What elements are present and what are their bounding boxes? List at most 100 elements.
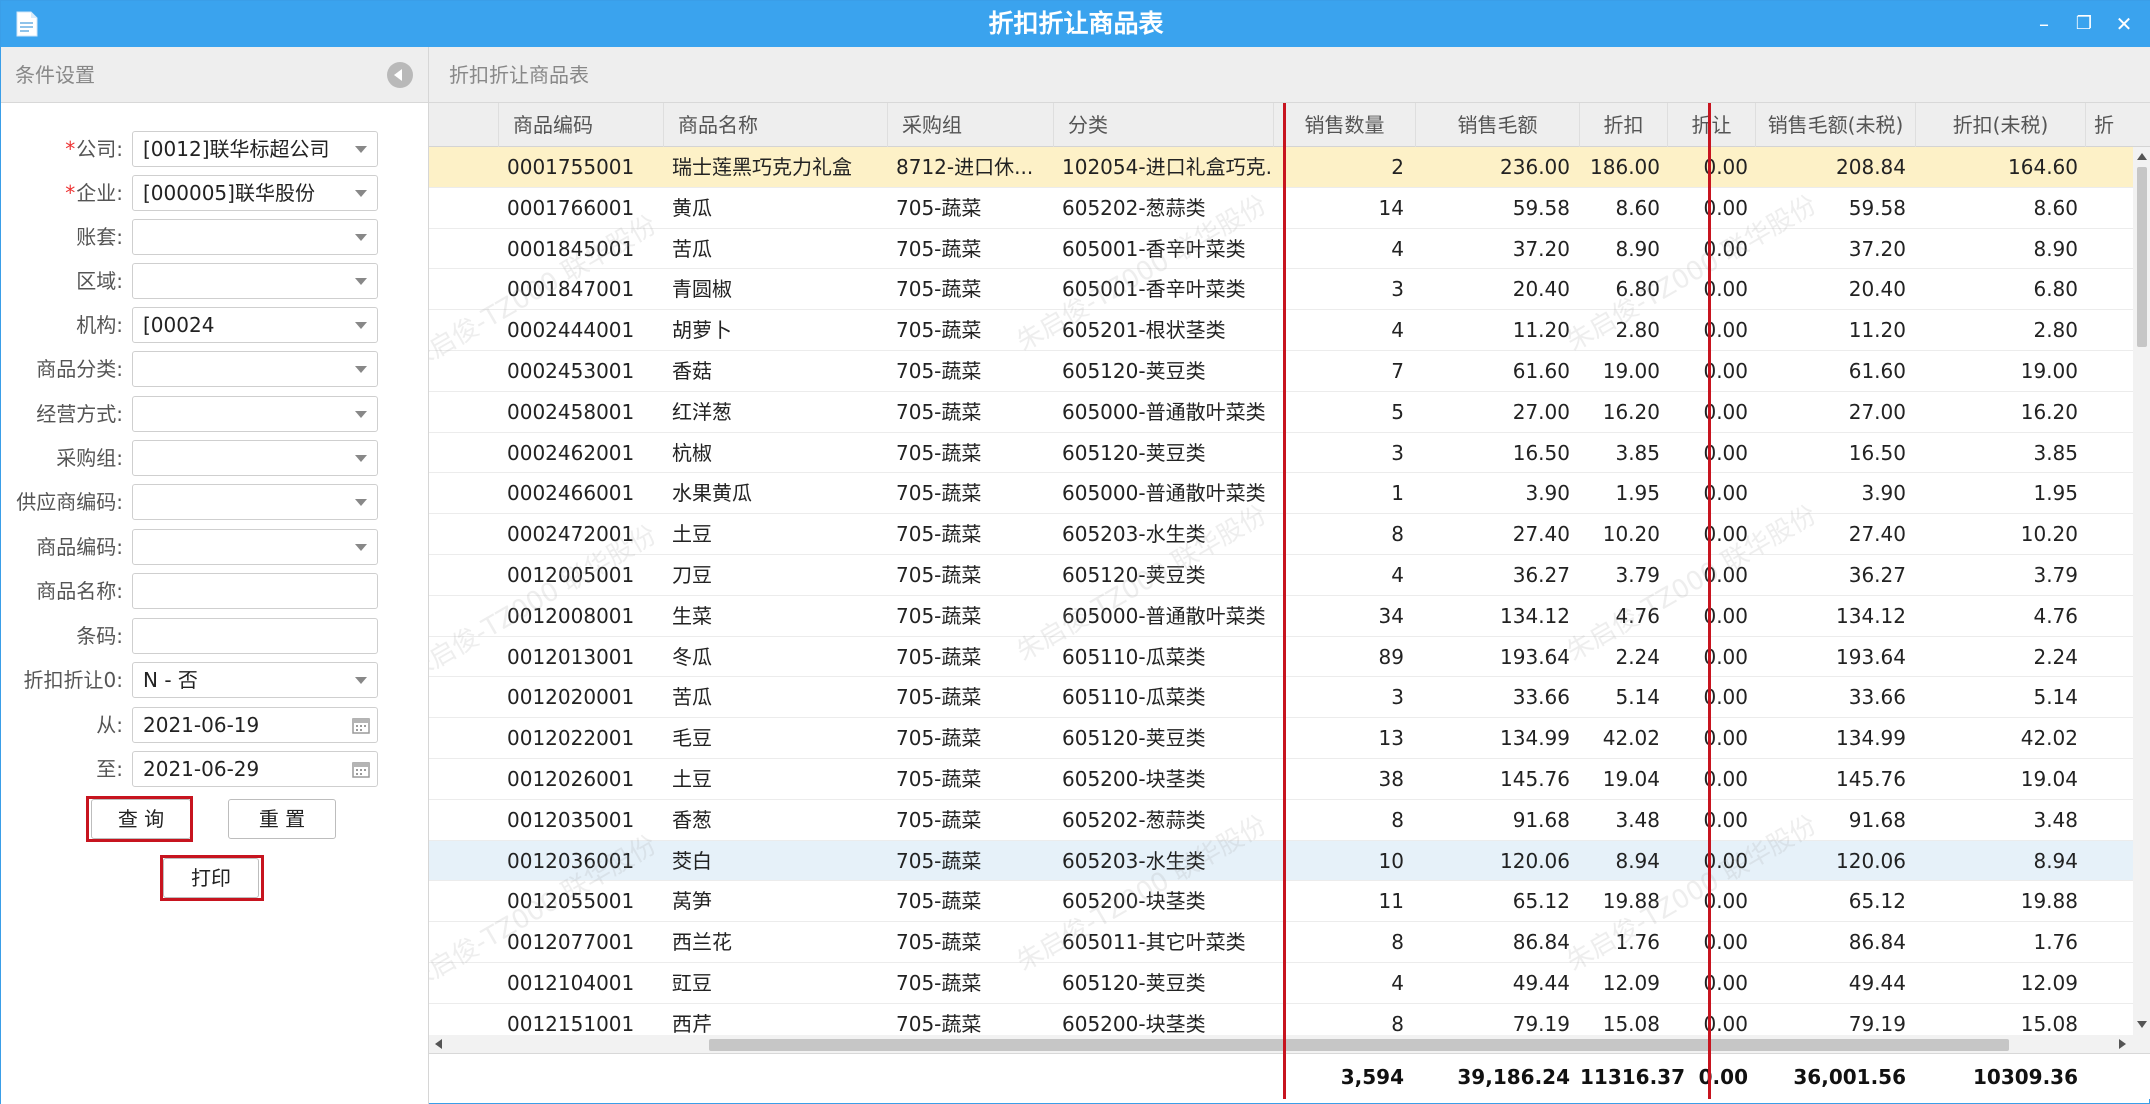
date-to-input[interactable]: 2021-06-29 — [132, 751, 378, 787]
horizontal-scroll-thumb[interactable] — [709, 1039, 2009, 1051]
cell-product-name: 红洋葱 — [672, 399, 732, 424]
cell-product-code: 0012020001 — [507, 685, 635, 710]
header-gross-sales[interactable]: 销售毛额 — [1416, 103, 1580, 147]
table-row[interactable]: 0012022001 毛豆 705-蔬菜 605120-荚豆类 13 134.99 42.0… — [429, 718, 2141, 759]
business-mode-select[interactable] — [132, 396, 378, 432]
cell-product-code: 0012036001 — [507, 848, 635, 873]
date-from-input[interactable]: 2021-06-19 — [132, 707, 378, 743]
header-truncated[interactable]: 折 — [2086, 103, 2150, 147]
cell-gross-sales-net: 37.20 — [1848, 236, 1906, 261]
cell-purchase-group: 705-蔬菜 — [896, 236, 982, 261]
account-set-select[interactable] — [132, 219, 378, 255]
header-allowance[interactable]: 折让 — [1668, 103, 1756, 147]
header-discount-net[interactable]: 折扣(未税) — [1916, 103, 2086, 147]
cell-gross-sales: 36.27 — [1512, 563, 1570, 587]
minimize-button[interactable]: – — [2029, 9, 2059, 39]
cell-category: 605200-块茎类 — [1062, 889, 1206, 914]
cell-product-name: 香菇 — [672, 359, 712, 383]
cell-discount-net: 3.48 — [2033, 807, 2078, 832]
header-indicator — [429, 103, 499, 147]
cell-sales-qty: 8 — [1391, 522, 1404, 547]
enterprise-select[interactable]: [000005]联华股份 — [132, 175, 378, 211]
collapse-panel-icon[interactable] — [387, 62, 413, 88]
vertical-scrollbar[interactable] — [2133, 147, 2150, 1035]
table-row[interactable]: 0012008001 生菜 705-蔬菜 605000-普通散叶菜类 34 134.12 4… — [429, 596, 2141, 637]
table-row[interactable]: 0001755001 瑞士莲黑巧克力礼盒 8712-进口休... 102054-进口礼… — [429, 147, 2141, 188]
scroll-left-icon[interactable] — [435, 1039, 442, 1049]
restore-button[interactable]: ❐ — [2069, 9, 2099, 39]
table-row[interactable]: 0002472001 土豆 705-蔬菜 605203-水生类 8 27.40 10.20 0… — [429, 514, 2141, 555]
cell-discount-net: 2.24 — [2033, 644, 2078, 669]
cell-product-code: 0002444001 — [507, 318, 635, 343]
header-product-name[interactable]: 商品名称 — [664, 103, 888, 147]
table-row[interactable]: 0002462001 杭椒 705-蔬菜 605120-荚豆类 3 16.50 3.85 0.… — [429, 433, 2141, 474]
table-row[interactable]: 0012026001 土豆 705-蔬菜 605200-块茎类 38 145.76 19.0… — [429, 759, 2141, 800]
table-row[interactable]: 0002453001 香菇 705-蔬菜 605120-荚豆类 7 61.60 19.00 0… — [429, 351, 2141, 392]
cell-product-name: 莴笋 — [672, 889, 712, 914]
report-area: 折扣折让商品表 商品编码 商品名称 采购组 分类 销售数量 销售毛额 折扣 折让… — [429, 47, 2150, 1104]
label-product-code: 商品编码: — [36, 535, 123, 559]
cell-product-name: 土豆 — [672, 767, 712, 791]
product-code-select[interactable] — [132, 529, 378, 565]
calendar-icon[interactable] — [351, 715, 371, 735]
table-row[interactable]: 0002466001 水果黄瓜 705-蔬菜 605000-普通散叶菜类 1 3.90 1.… — [429, 473, 2141, 515]
query-button[interactable]: 查 询 — [91, 799, 191, 839]
vertical-scroll-thumb[interactable] — [2137, 167, 2147, 347]
table-row[interactable]: 0002444001 胡萝卜 705-蔬菜 605201-根状茎类 4 11.20 2.80… — [429, 310, 2141, 351]
company-select[interactable]: [0012]联华标超公司 — [132, 131, 378, 167]
form-row-business-mode: 经营方式: — [1, 396, 429, 432]
close-button[interactable]: ✕ — [2109, 9, 2139, 39]
header-category[interactable]: 分类 — [1054, 103, 1274, 147]
cell-discount-net: 5.14 — [2033, 685, 2078, 710]
total-allowance: 0.00 — [1698, 1065, 1748, 1089]
table-row[interactable]: 0001845001 苦瓜 705-蔬菜 605001-香辛叶菜类 4 37.20 8.90… — [429, 229, 2141, 270]
purchase-group-select[interactable] — [132, 440, 378, 476]
label-org: 机构: — [76, 313, 123, 337]
table-row[interactable]: 0012104001 豇豆 705-蔬菜 605120-荚豆类 4 49.44 12.09 0… — [429, 963, 2141, 1004]
cell-category: 605110-瓜菜类 — [1062, 644, 1206, 669]
header-product-code[interactable]: 商品编码 — [499, 103, 664, 147]
table-row[interactable]: 0012036001 茭白 705-蔬菜 605203-水生类 10 120.06 8.94… — [429, 840, 2141, 882]
scroll-right-icon[interactable] — [2119, 1039, 2126, 1049]
cell-gross-sales-net: 33.66 — [1848, 685, 1906, 710]
barcode-input[interactable] — [132, 618, 378, 654]
table-row[interactable]: 0012005001 刀豆 705-蔬菜 605120-荚豆类 4 36.27 3.79 0.… — [429, 555, 2141, 596]
table-row[interactable]: 0001766001 黄瓜 705-蔬菜 605202-葱蒜类 14 59.58 8.60 0… — [429, 188, 2141, 229]
label-date-from: 从: — [96, 713, 123, 737]
table-row[interactable]: 0002458001 红洋葱 705-蔬菜 605000-普通散叶菜类 5 27.00 16… — [429, 392, 2141, 433]
supplier-code-select[interactable] — [132, 484, 378, 520]
table-row[interactable]: 0012055001 莴笋 705-蔬菜 605200-块茎类 11 65.12 19.88… — [429, 881, 2141, 923]
chevron-down-icon — [355, 455, 367, 462]
scroll-down-icon[interactable] — [2137, 1021, 2147, 1028]
org-select[interactable]: [00024 — [132, 307, 378, 343]
region-select[interactable] — [132, 263, 378, 299]
calendar-icon[interactable] — [351, 759, 371, 779]
header-purchase-group[interactable]: 采购组 — [888, 103, 1054, 147]
print-button[interactable]: 打印 — [163, 858, 259, 898]
cell-allowance: 0.00 — [1703, 848, 1748, 873]
header-gross-sales-net[interactable]: 销售毛额(未税) — [1756, 103, 1916, 147]
cell-category: 605110-瓜菜类 — [1062, 685, 1206, 710]
table-row[interactable]: 0001847001 青圆椒 705-蔬菜 605001-香辛叶菜类 3 20.40 6.8… — [429, 269, 2141, 311]
product-name-input[interactable] — [132, 573, 378, 609]
table-row[interactable]: 0012013001 冬瓜 705-蔬菜 605110-瓜菜类 89 193.64 2.24… — [429, 637, 2141, 678]
table-row[interactable]: 0012020001 苦瓜 705-蔬菜 605110-瓜菜类 3 33.66 5.14 0.… — [429, 677, 2141, 719]
cell-category: 605201-根状茎类 — [1062, 318, 1226, 343]
horizontal-scrollbar[interactable] — [429, 1035, 2150, 1053]
table-row[interactable]: 0012035001 香葱 705-蔬菜 605202-葱蒜类 8 91.68 3.48 0.… — [429, 800, 2141, 841]
table-row[interactable]: 0012077001 西兰花 705-蔬菜 605011-其它叶菜类 8 86.84 1.7… — [429, 922, 2141, 963]
cell-purchase-group: 705-蔬菜 — [896, 807, 982, 832]
cell-discount: 4.76 — [1615, 603, 1660, 628]
form-row-product-name: 商品名称: — [1, 573, 429, 609]
reset-button[interactable]: 重 置 — [228, 799, 336, 839]
header-discount[interactable]: 折扣 — [1580, 103, 1668, 147]
cell-product-name: 苦瓜 — [672, 236, 712, 261]
category-select[interactable] — [132, 351, 378, 387]
cell-product-code: 0012013001 — [507, 644, 635, 669]
cell-product-name: 苦瓜 — [672, 685, 712, 710]
total-gross-sales: 39,186.24 — [1457, 1065, 1570, 1089]
header-sales-qty[interactable]: 销售数量 — [1274, 103, 1416, 147]
scroll-up-icon[interactable] — [2137, 153, 2147, 160]
discount-flag-select[interactable]: N - 否 — [132, 662, 378, 698]
cell-sales-qty: 10 — [1378, 848, 1404, 873]
